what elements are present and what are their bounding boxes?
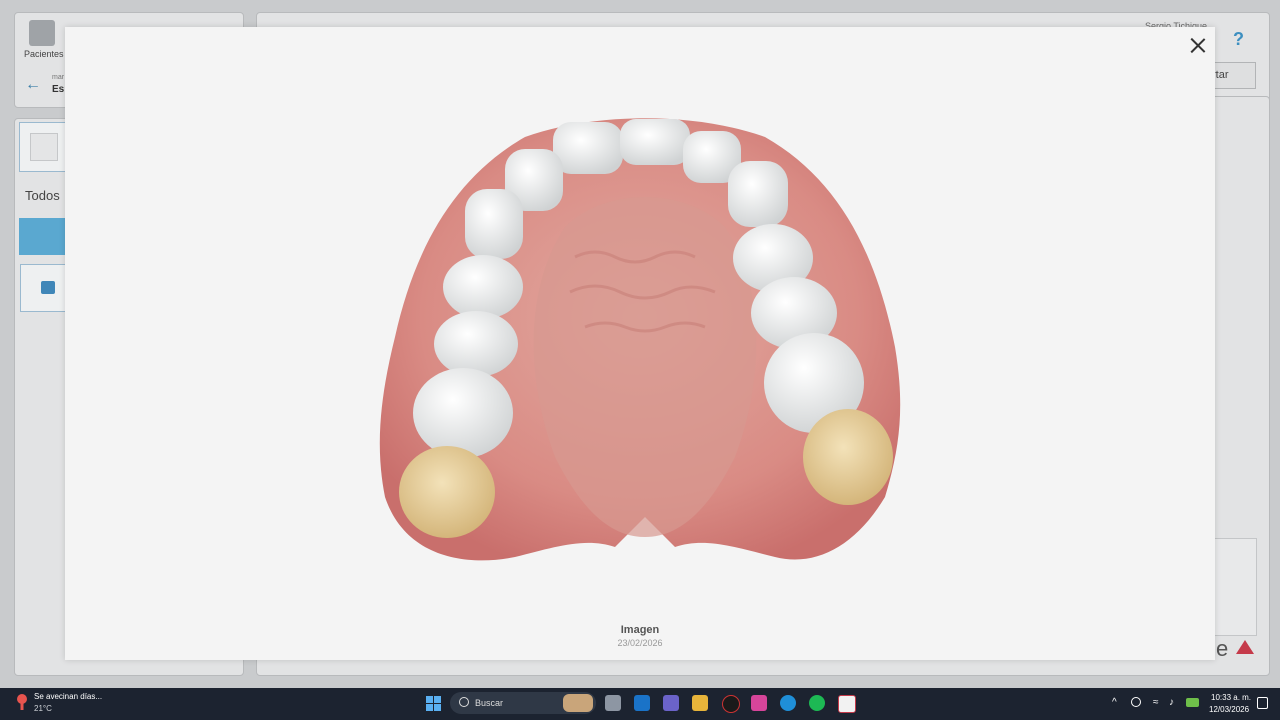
search-icon bbox=[459, 697, 469, 707]
case-icon bbox=[41, 281, 55, 294]
teams-icon[interactable] bbox=[663, 695, 679, 711]
clock-time[interactable]: 10:33 a. m. bbox=[1211, 693, 1251, 702]
notification-icon[interactable] bbox=[1257, 697, 1268, 709]
image-date: 23/02/2026 bbox=[617, 638, 663, 648]
image-title: Imagen bbox=[620, 624, 660, 636]
file-explorer-icon[interactable] bbox=[692, 695, 708, 711]
breadcrumb-small: mar bbox=[52, 74, 65, 81]
sidebar-primary-button[interactable] bbox=[19, 218, 65, 255]
weather-icon[interactable] bbox=[14, 693, 30, 711]
sidebar-scan-card[interactable] bbox=[19, 122, 67, 172]
search-placeholder[interactable]: Buscar bbox=[475, 698, 503, 708]
edge-icon[interactable] bbox=[780, 695, 796, 711]
weather-summary[interactable]: Se avecinan días... bbox=[34, 692, 102, 701]
back-arrow-icon[interactable]: ← bbox=[25, 76, 41, 94]
chevron-up-icon[interactable]: ^ bbox=[1112, 697, 1123, 708]
sidebar-item-card[interactable] bbox=[20, 264, 67, 312]
battery-icon[interactable] bbox=[1186, 698, 1199, 707]
breadcrumb-title: Es bbox=[52, 84, 65, 95]
dental-app-icon[interactable] bbox=[838, 695, 856, 713]
windows-start-icon[interactable] bbox=[426, 696, 441, 711]
volume-icon[interactable]: ♪ bbox=[1169, 697, 1180, 708]
brand-logo-mark bbox=[1236, 640, 1254, 654]
brand-logo-text: e bbox=[1216, 636, 1229, 661]
right-side-card bbox=[1212, 538, 1257, 636]
wifi-icon[interactable]: ≈ bbox=[1153, 697, 1164, 708]
help-icon[interactable]: ? bbox=[1233, 29, 1244, 50]
export-button[interactable]: rtar bbox=[1212, 62, 1256, 89]
filter-todos-label[interactable]: Todos bbox=[25, 188, 60, 203]
recorder-app-icon[interactable] bbox=[722, 695, 740, 713]
image-viewer-modal: Imagen 23/02/2026 bbox=[65, 27, 1215, 660]
weather-temperature[interactable]: 21°C bbox=[34, 704, 52, 713]
clock-date[interactable]: 12/03/2026 bbox=[1209, 705, 1249, 714]
copilot-icon[interactable] bbox=[751, 695, 767, 711]
task-view-icon[interactable] bbox=[605, 695, 621, 711]
patient-avatar-icon[interactable] bbox=[29, 20, 55, 46]
spotify-icon[interactable] bbox=[809, 695, 825, 711]
dental-scan-image bbox=[379, 118, 901, 561]
close-icon[interactable] bbox=[1187, 35, 1209, 57]
outlook-icon[interactable] bbox=[634, 695, 650, 711]
nav-pacientes-label[interactable]: Pacientes bbox=[24, 49, 64, 59]
sync-icon[interactable] bbox=[1131, 697, 1141, 707]
scan-thumbnail bbox=[30, 133, 58, 161]
search-highlight-icon bbox=[563, 694, 593, 712]
